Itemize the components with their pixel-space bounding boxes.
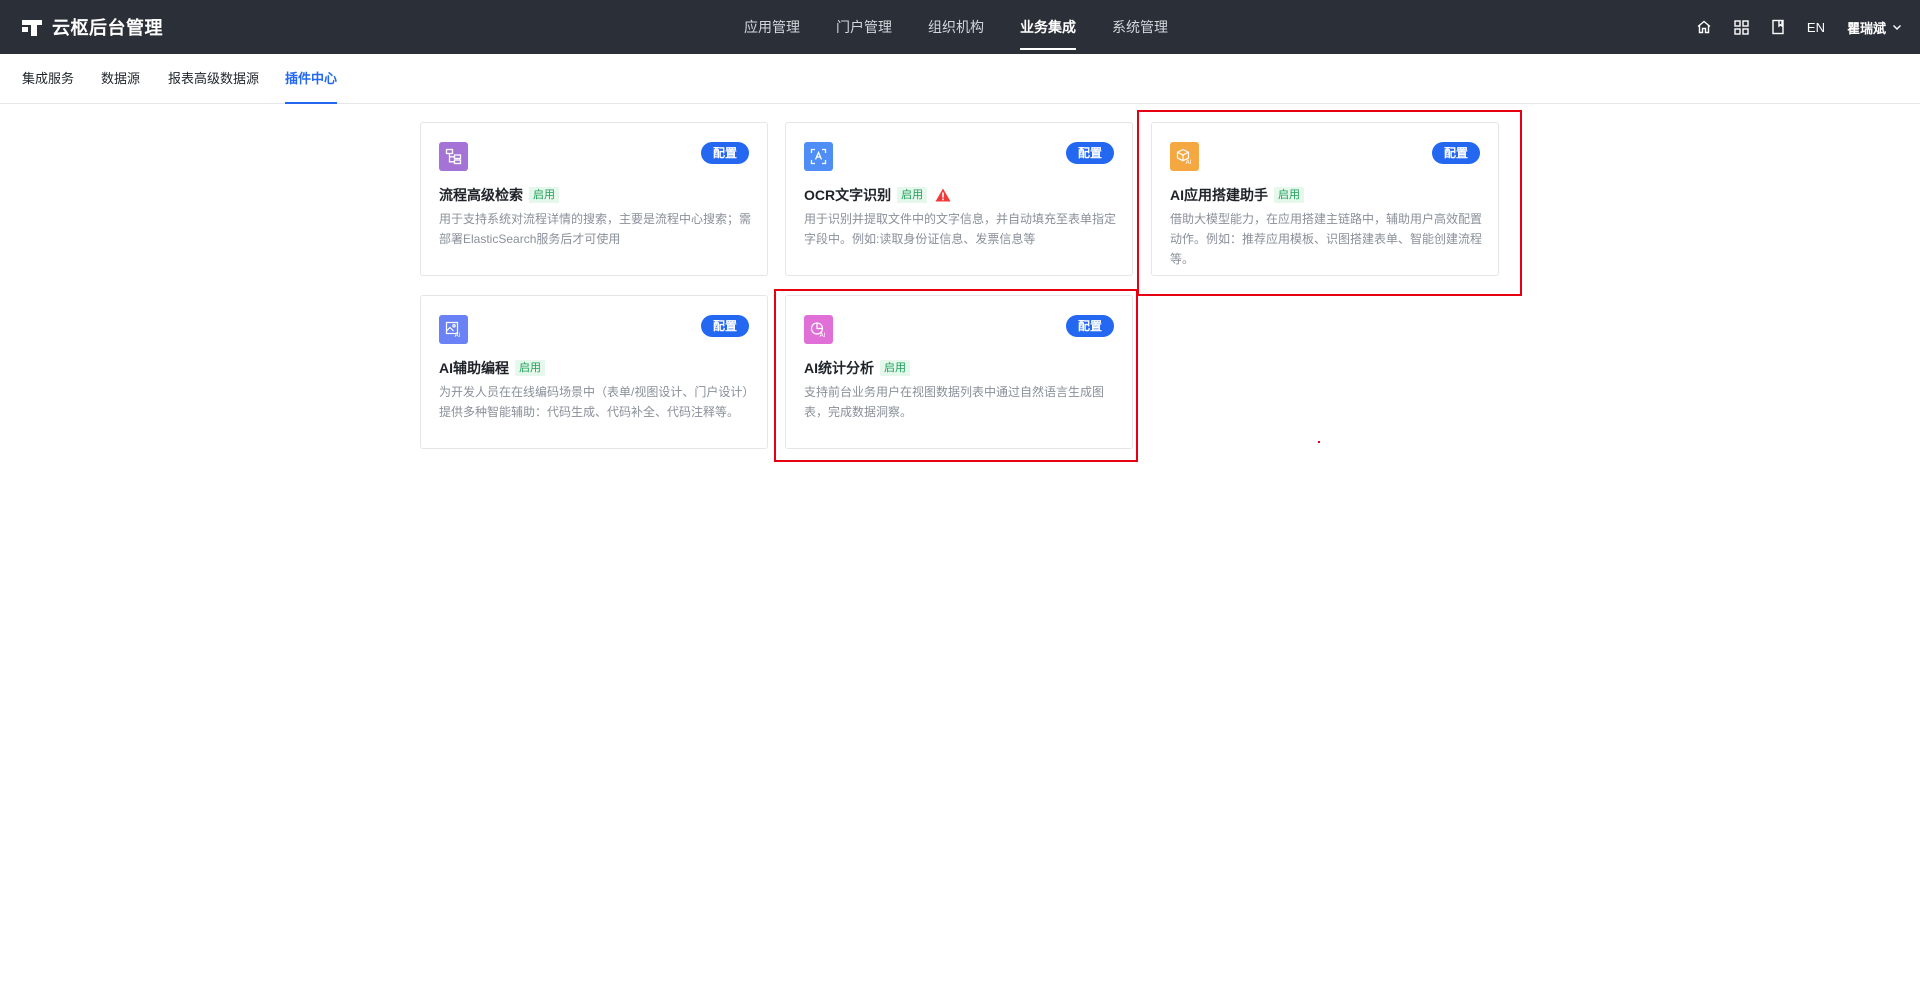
- user-name: 瞿瑞斌: [1846, 20, 1886, 36]
- config-button[interactable]: 配置: [701, 142, 749, 164]
- user-menu[interactable]: 瞿瑞斌: [1847, 18, 1902, 37]
- plugin-description: 支持前台业务用户在视图数据列表中通过自然语言生成图表，完成数据洞察。: [804, 385, 1105, 419]
- top-nav: 应用管理 门户管理 组织机构 业务集成 系统管理: [726, 0, 1186, 54]
- app-logo[interactable]: 云枢后台管理: [22, 0, 163, 54]
- status-badge: 启用: [880, 360, 910, 376]
- nav-item-organization[interactable]: 组织机构: [910, 0, 1002, 54]
- flow-search-icon: [439, 142, 468, 171]
- plugin-card: AI 配置 AI应用搭建助手 启用 借助大模型能力，在应用搭建主链路中，辅助用户…: [1151, 122, 1499, 276]
- app-title: 云枢后台管理: [52, 18, 163, 38]
- book-icon[interactable]: [1771, 19, 1785, 35]
- nav-item-business-integration[interactable]: 业务集成: [1002, 0, 1094, 54]
- tab-data-source[interactable]: 数据源: [101, 54, 140, 104]
- svg-text:AI: AI: [455, 332, 461, 338]
- nav-item-system-management[interactable]: 系统管理: [1094, 0, 1186, 54]
- status-badge: 启用: [1274, 187, 1304, 203]
- config-button[interactable]: 配置: [1432, 142, 1480, 164]
- plugin-title: AI辅助编程: [439, 360, 509, 376]
- status-badge: 启用: [897, 187, 928, 203]
- home-icon[interactable]: [1696, 19, 1712, 35]
- ai-cube-icon: AI: [1170, 142, 1199, 171]
- ai-chart-icon: AI: [804, 315, 833, 344]
- logo-icon: [22, 20, 42, 36]
- tab-report-data-source[interactable]: 报表高级数据源: [168, 54, 259, 104]
- nav-item-portal-management[interactable]: 门户管理: [818, 0, 910, 54]
- config-button[interactable]: 配置: [1066, 142, 1114, 164]
- svg-text:AI: AI: [820, 332, 826, 338]
- ocr-scan-icon: [804, 142, 833, 171]
- grid-icon[interactable]: [1734, 19, 1749, 35]
- config-button[interactable]: 配置: [1066, 315, 1114, 337]
- svg-text:AI: AI: [1186, 159, 1192, 165]
- tab-plugin-center[interactable]: 插件中心: [285, 54, 338, 104]
- plugin-card: AI 配置 AI辅助编程 启用 为开发人员在在线编码场景中（表单/视图设计、门户…: [420, 295, 768, 449]
- status-badge: 启用: [515, 360, 545, 376]
- plugin-title: AI统计分析: [804, 360, 874, 376]
- plugin-title: 流程高级检索: [439, 187, 523, 203]
- plugin-description: 为开发人员在在线编码场景中（表单/视图设计、门户设计）提供多种智能辅助：代码生成…: [439, 385, 749, 419]
- plugin-title: AI应用搭建助手: [1170, 187, 1268, 203]
- tab-integration-service[interactable]: 集成服务: [22, 54, 74, 104]
- top-header: 云枢后台管理 应用管理 门户管理 组织机构 业务集成 系统管理 EN 瞿瑞斌: [0, 0, 1920, 54]
- language-switch[interactable]: EN: [1807, 20, 1825, 35]
- plugin-card: AI 配置 AI统计分析 启用 支持前台业务用户在视图数据列表中通过自然语言生成…: [785, 295, 1133, 449]
- ai-image-code-icon: AI: [439, 315, 468, 344]
- status-badge: 启用: [529, 187, 559, 203]
- red-dot-mark: [1318, 441, 1320, 443]
- plugin-description: 借助大模型能力，在应用搭建主链路中，辅助用户高效配置动作。例如：推荐应用模板、识…: [1170, 212, 1483, 266]
- config-button[interactable]: 配置: [701, 315, 749, 337]
- plugin-title: OCR文字识别: [804, 187, 892, 203]
- plugin-description: 用于识别并提取文件中的文字信息，并自动填充至表单指定字段中。例如:读取身份证信息…: [804, 212, 1117, 246]
- plugin-card: 配置 OCR文字识别 启用 用于识别并提取文件中的文字信息，并自动填充至表单指定…: [785, 122, 1133, 276]
- plugin-description: 用于支持系统对流程详情的搜索，主要是流程中心搜索；需部署ElasticSearc…: [439, 212, 752, 246]
- warning-icon[interactable]: [935, 188, 951, 202]
- plugin-card: 配置 流程高级检索 启用 用于支持系统对流程详情的搜索，主要是流程中心搜索；需部…: [420, 122, 768, 276]
- chevron-down-icon: [1893, 25, 1901, 30]
- nav-item-app-management[interactable]: 应用管理: [726, 0, 818, 54]
- top-tools: EN 瞿瑞斌: [1696, 0, 1902, 54]
- sub-tabs: 集成服务 数据源 报表高级数据源 插件中心: [0, 54, 1920, 104]
